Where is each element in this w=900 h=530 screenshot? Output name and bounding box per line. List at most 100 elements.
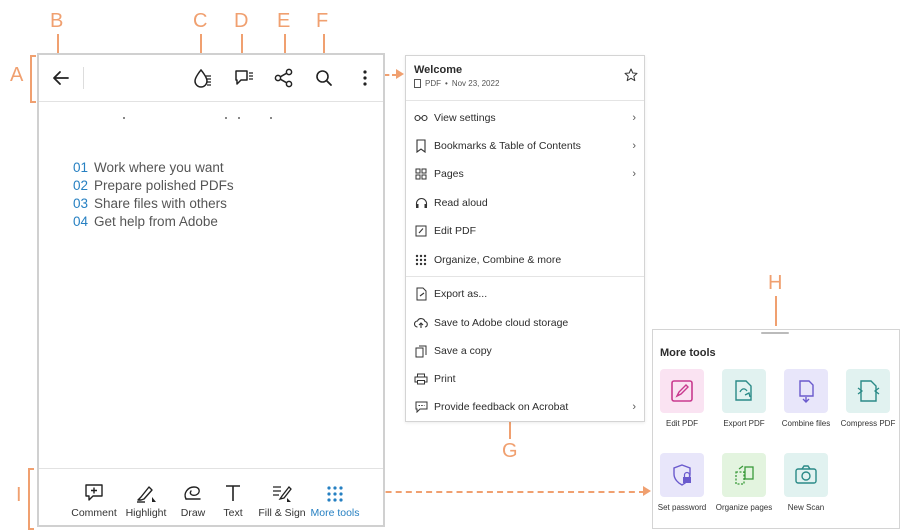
menu-item-label: Save a copy <box>434 345 492 357</box>
export-icon <box>414 287 428 301</box>
organize-pages-icon <box>722 453 766 497</box>
callout-c: C <box>193 10 208 32</box>
menu-item-label: Read aloud <box>434 197 488 209</box>
printer-icon <box>414 372 428 386</box>
tool-set-password[interactable]: Set password <box>652 453 712 512</box>
grid-dots-icon <box>327 486 343 502</box>
share-icon[interactable] <box>272 66 296 90</box>
callout-f: F <box>316 10 329 32</box>
back-arrow-icon[interactable] <box>49 66 73 90</box>
menu-item-save-copy[interactable]: Save a copy <box>406 338 644 364</box>
search-icon[interactable] <box>312 66 336 90</box>
tool-label: Edit PDF <box>665 419 698 428</box>
doc-mark <box>270 117 272 119</box>
tool-edit-pdf[interactable]: Edit PDF <box>652 369 712 428</box>
draw-button[interactable]: Draw <box>173 479 213 519</box>
camera-icon <box>784 453 828 497</box>
toc-item[interactable]: 03 Share files with others <box>73 196 227 211</box>
drag-handle[interactable] <box>761 332 789 334</box>
toc-label: Prepare polished PDFs <box>94 178 234 193</box>
menu-item-print[interactable]: Print <box>406 366 644 392</box>
bottom-toolbar: Comment Highlight Draw Text Fill & Sign … <box>39 468 383 525</box>
menu-item-edit-pdf[interactable]: Edit PDF <box>406 218 644 244</box>
menu-item-read-aloud[interactable]: Read aloud <box>406 190 644 216</box>
fill-sign-button[interactable]: Fill & Sign <box>257 479 307 519</box>
copy-icon <box>414 344 428 358</box>
tool-label: Compress PDF <box>840 419 896 428</box>
menu-item-export[interactable]: Export as... <box>406 281 644 307</box>
callout-h-line <box>775 296 777 326</box>
menu-item-label: Save to Adobe cloud storage <box>434 317 569 329</box>
tool-organize-pages[interactable]: Organize pages <box>714 453 774 512</box>
toc-number: 01 <box>73 160 89 175</box>
doc-mark <box>225 117 227 119</box>
more-tools-label: More tools <box>310 507 360 519</box>
toc-label: Work where you want <box>94 160 224 175</box>
edit-pencil-icon <box>414 224 428 238</box>
menu-item-label: Edit PDF <box>434 225 477 237</box>
callout-g-line <box>509 421 511 439</box>
comment-button[interactable]: Comment <box>69 479 119 519</box>
doc-mark <box>238 117 240 119</box>
callout-d: D <box>234 10 249 32</box>
chevron-right-icon: › <box>632 140 636 152</box>
menu-item-organize[interactable]: Organize, Combine & more <box>406 247 644 273</box>
chevron-right-icon: › <box>632 401 636 413</box>
more-tools-panel: More tools Edit PDF Export PDF Combine f… <box>652 329 900 529</box>
toc-item[interactable]: 04 Get help from Adobe <box>73 214 218 229</box>
export-pdf-icon <box>722 369 766 413</box>
toc-number: 03 <box>73 196 89 211</box>
callout-b: B <box>50 10 64 32</box>
highlighter-icon <box>137 486 156 503</box>
callout-h: H <box>768 272 783 294</box>
text-button[interactable]: Text <box>215 479 251 519</box>
more-options-icon[interactable] <box>353 66 377 90</box>
menu-item-label: Organize, Combine & more <box>434 254 562 266</box>
document-title: Welcome <box>414 64 463 76</box>
tool-new-scan[interactable]: New Scan <box>776 453 836 512</box>
headphones-icon <box>414 196 428 210</box>
comment-label: Comment <box>71 507 117 519</box>
menu-divider <box>406 276 644 277</box>
draw-label: Draw <box>180 507 206 519</box>
menu-item-label: View settings <box>434 112 496 124</box>
liquid-mode-icon[interactable] <box>191 66 215 90</box>
file-icon <box>414 79 421 88</box>
file-date: Nov 23, 2022 <box>451 79 500 88</box>
toc-item[interactable]: 01 Work where you want <box>73 160 224 175</box>
cloud-upload-icon <box>414 316 428 330</box>
callout-e: E <box>277 10 291 32</box>
menu-item-feedback[interactable]: Provide feedback on Acrobat › <box>406 394 644 420</box>
more-tools-button[interactable]: More tools <box>307 479 363 519</box>
toc-item[interactable]: 02 Prepare polished PDFs <box>73 178 234 193</box>
doc-mark <box>123 117 125 119</box>
star-icon[interactable] <box>624 68 638 87</box>
compress-pdf-icon <box>846 369 890 413</box>
feedback-icon <box>414 400 428 414</box>
menu-item-label: Bookmarks & Table of Contents <box>434 140 581 152</box>
document-viewer: 01 Work where you want 02 Prepare polished… <box>37 53 385 527</box>
tool-label: Set password <box>657 503 707 512</box>
pages-grid-icon <box>414 167 428 181</box>
tool-compress-pdf[interactable]: Compress PDF <box>838 369 898 428</box>
toc-number: 04 <box>73 214 89 229</box>
tool-export-pdf[interactable]: Export PDF <box>714 369 774 428</box>
menu-item-bookmarks[interactable]: Bookmarks & Table of Contents › <box>406 133 644 159</box>
highlight-label: Highlight <box>125 507 167 519</box>
callout-a-bracket <box>30 55 36 103</box>
menu-item-pages[interactable]: Pages › <box>406 161 644 187</box>
tools-connector <box>345 491 645 493</box>
comments-list-icon[interactable] <box>232 66 256 90</box>
fill-sign-label: Fill & Sign <box>258 507 306 519</box>
menu-item-view-settings[interactable]: View settings › <box>406 105 644 131</box>
highlight-button[interactable]: Highlight <box>121 479 171 519</box>
more-tools-title: More tools <box>660 347 716 359</box>
tool-label: Export PDF <box>723 419 765 428</box>
menu-divider <box>406 100 644 101</box>
grid-dots-icon <box>414 253 428 267</box>
toolbar-divider <box>83 67 84 89</box>
menu-item-save-cloud[interactable]: Save to Adobe cloud storage <box>406 310 644 336</box>
tool-label: Combine files <box>781 419 831 428</box>
menu-item-label: Provide feedback on Acrobat <box>434 401 569 413</box>
tool-combine-files[interactable]: Combine files <box>776 369 836 428</box>
